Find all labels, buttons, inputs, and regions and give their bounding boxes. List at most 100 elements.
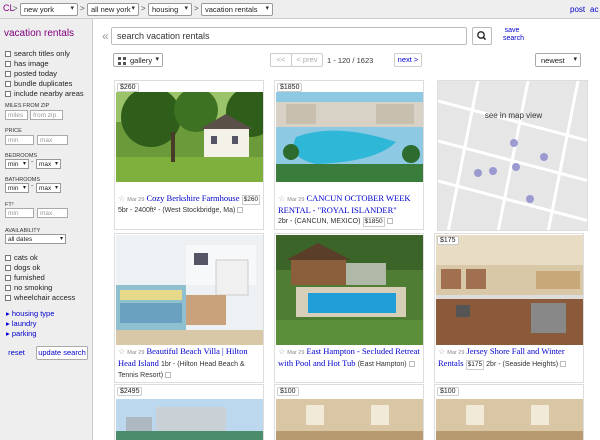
favorite-star-icon[interactable]: ☆ [278, 194, 285, 203]
post-link[interactable]: post [570, 5, 585, 14]
hide-listing-icon[interactable] [165, 372, 172, 378]
favorite-star-icon[interactable]: ☆ [118, 347, 125, 356]
save-search-link[interactable]: save search [503, 27, 524, 43]
update-search-button[interactable]: update search [36, 346, 88, 360]
favorite-star-icon[interactable]: ☆ [438, 347, 445, 356]
listing-title[interactable]: Cozy Berkshire Farmhouse [146, 193, 239, 203]
category-select[interactable]: vacation rentals ▾ [201, 3, 273, 16]
listing-photo[interactable] [276, 92, 423, 182]
filter-include-nearby-areas[interactable]: include nearby areas [5, 89, 84, 98]
listing-card[interactable]: ☆ Mar 29 Beautiful Beach Villa | Hilton … [114, 233, 264, 383]
checkbox[interactable] [5, 255, 11, 261]
section-select[interactable]: housing ▾ [148, 3, 192, 16]
hide-listing-icon[interactable] [408, 361, 415, 367]
sqft-max-input[interactable]: max [37, 208, 68, 218]
filter-no-smoking[interactable]: no smoking [5, 283, 52, 292]
area-value: all new york [91, 5, 131, 14]
listing-photo[interactable] [436, 235, 583, 345]
top-bar: CL > new york ▾ > all new york ▾ > housing… [0, 0, 600, 19]
checkbox[interactable] [5, 265, 11, 271]
checkbox[interactable] [5, 295, 11, 301]
filter-cats-ok[interactable]: cats ok [5, 253, 38, 262]
map-view-label: see in map view [484, 111, 543, 120]
bathrooms-min-select[interactable]: min ▾ [5, 183, 29, 193]
listing-photo[interactable] [436, 399, 583, 440]
listing-photo[interactable] [276, 235, 423, 345]
listing-card[interactable]: $260 ☆ Mar 29 Cozy Berkshire Farmhouse $… [114, 80, 264, 230]
prev-page-button[interactable]: < prev [291, 53, 323, 67]
miles-from-zip-label: MILES FROM ZIP [5, 103, 50, 109]
area-select[interactable]: all new york ▾ [87, 3, 139, 16]
listing-card[interactable]: $175 ☆ Mar 29 Jersey Shore Fall and Wint… [434, 233, 584, 383]
listing-meta: 2br - (Seaside Heights) [486, 361, 559, 368]
range-dash: - [31, 159, 34, 166]
availability-select[interactable]: all dates ▾ [5, 234, 66, 244]
zip-input[interactable]: from zip [30, 110, 63, 120]
category-value: vacation rentals [205, 5, 258, 14]
bedrooms-max-select[interactable]: max ▾ [36, 159, 61, 169]
filter-bundle-duplicates[interactable]: bundle duplicates [5, 79, 72, 88]
sqft-min-input[interactable]: min [5, 208, 34, 218]
chevron-down-icon: ▾ [155, 56, 159, 63]
bedroom-photo [276, 399, 423, 440]
listing-photo[interactable] [116, 235, 263, 345]
sidebar: vacation rentals search titles only has … [0, 19, 93, 440]
filter-wheelchair-access[interactable]: wheelchair access [5, 293, 75, 302]
price-max-input[interactable]: max [37, 135, 68, 145]
checkbox[interactable] [5, 285, 11, 291]
checkbox[interactable] [5, 61, 11, 67]
filter-has-image[interactable]: has image [5, 59, 49, 68]
filter-search-titles-only[interactable]: search titles only [5, 49, 70, 58]
favorite-star-icon[interactable]: ☆ [118, 194, 125, 203]
listing-photo[interactable] [116, 399, 263, 440]
price-min-input[interactable]: min [5, 135, 34, 145]
filter-furnished[interactable]: furnished [5, 273, 45, 282]
checkbox[interactable] [5, 71, 11, 77]
reset-button[interactable]: reset [3, 346, 30, 360]
listing-card[interactable]: $100 [434, 384, 584, 440]
checkbox[interactable] [5, 91, 11, 97]
hide-listing-icon[interactable] [560, 361, 567, 367]
search-button[interactable] [472, 27, 492, 45]
bedrooms-min-select[interactable]: min ▾ [5, 159, 29, 169]
pool-house-photo [276, 235, 423, 345]
listing-info: ☆ Mar 29 Cozy Berkshire Farmhouse $260 5… [118, 193, 262, 216]
listing-photo[interactable] [116, 92, 263, 182]
category-title: vacation rentals [4, 28, 75, 39]
location-select[interactable]: new york ▾ [20, 3, 78, 16]
first-page-button[interactable]: << [270, 53, 292, 67]
listing-info: ☆ Mar 29 CANCUN OCTOBER WEEK RENTAL - "R… [278, 193, 422, 227]
map-view-panel[interactable]: see in map view [437, 80, 588, 231]
listing-card[interactable]: ☆ Mar 29 East Hampton - Secluded Retreat… [274, 233, 424, 383]
price-tag: $100 [437, 387, 459, 396]
collapse-sidebar-icon[interactable]: « [102, 29, 109, 43]
hide-listing-icon[interactable] [386, 218, 393, 224]
checkbox[interactable] [5, 275, 11, 281]
hide-listing-icon[interactable] [237, 207, 244, 213]
next-page-button[interactable]: next > [394, 53, 422, 67]
search-input[interactable]: search vacation rentals [111, 27, 467, 45]
price-tag: $100 [277, 387, 299, 396]
favorite-star-icon[interactable]: ☆ [278, 347, 285, 356]
listing-info: ☆ Mar 29 Jersey Shore Fall and Winter Re… [438, 346, 582, 370]
listing-meta: (East Hampton) [357, 361, 407, 368]
filter-posted-today[interactable]: posted today [5, 69, 57, 78]
parking-link[interactable]: ▸ parking [6, 329, 36, 338]
laundry-link[interactable]: ▸ laundry [6, 319, 36, 328]
listing-photo[interactable] [276, 399, 423, 440]
checkbox[interactable] [5, 51, 11, 57]
listing-card[interactable]: $1850 ☆ Mar 29 CANCUN OCTOBER WEEK RENTA… [274, 80, 424, 230]
chevron-down-icon: ▾ [22, 161, 26, 167]
listing-card[interactable]: $100 [274, 384, 424, 440]
housing-type-link[interactable]: ▸ housing type [6, 309, 54, 318]
bathrooms-max-select[interactable]: max ▾ [36, 183, 61, 193]
account-link[interactable]: ac [590, 5, 598, 14]
checkbox[interactable] [5, 81, 11, 87]
location-value: new york [24, 5, 55, 14]
filter-dogs-ok[interactable]: dogs ok [5, 263, 40, 272]
miles-input[interactable]: miles [5, 110, 28, 120]
price-badge: $260 [241, 195, 261, 205]
listing-card[interactable]: $2495 [114, 384, 264, 440]
view-mode-select[interactable]: gallery ▾ [113, 53, 163, 67]
sort-select[interactable]: newest ▾ [535, 53, 581, 67]
